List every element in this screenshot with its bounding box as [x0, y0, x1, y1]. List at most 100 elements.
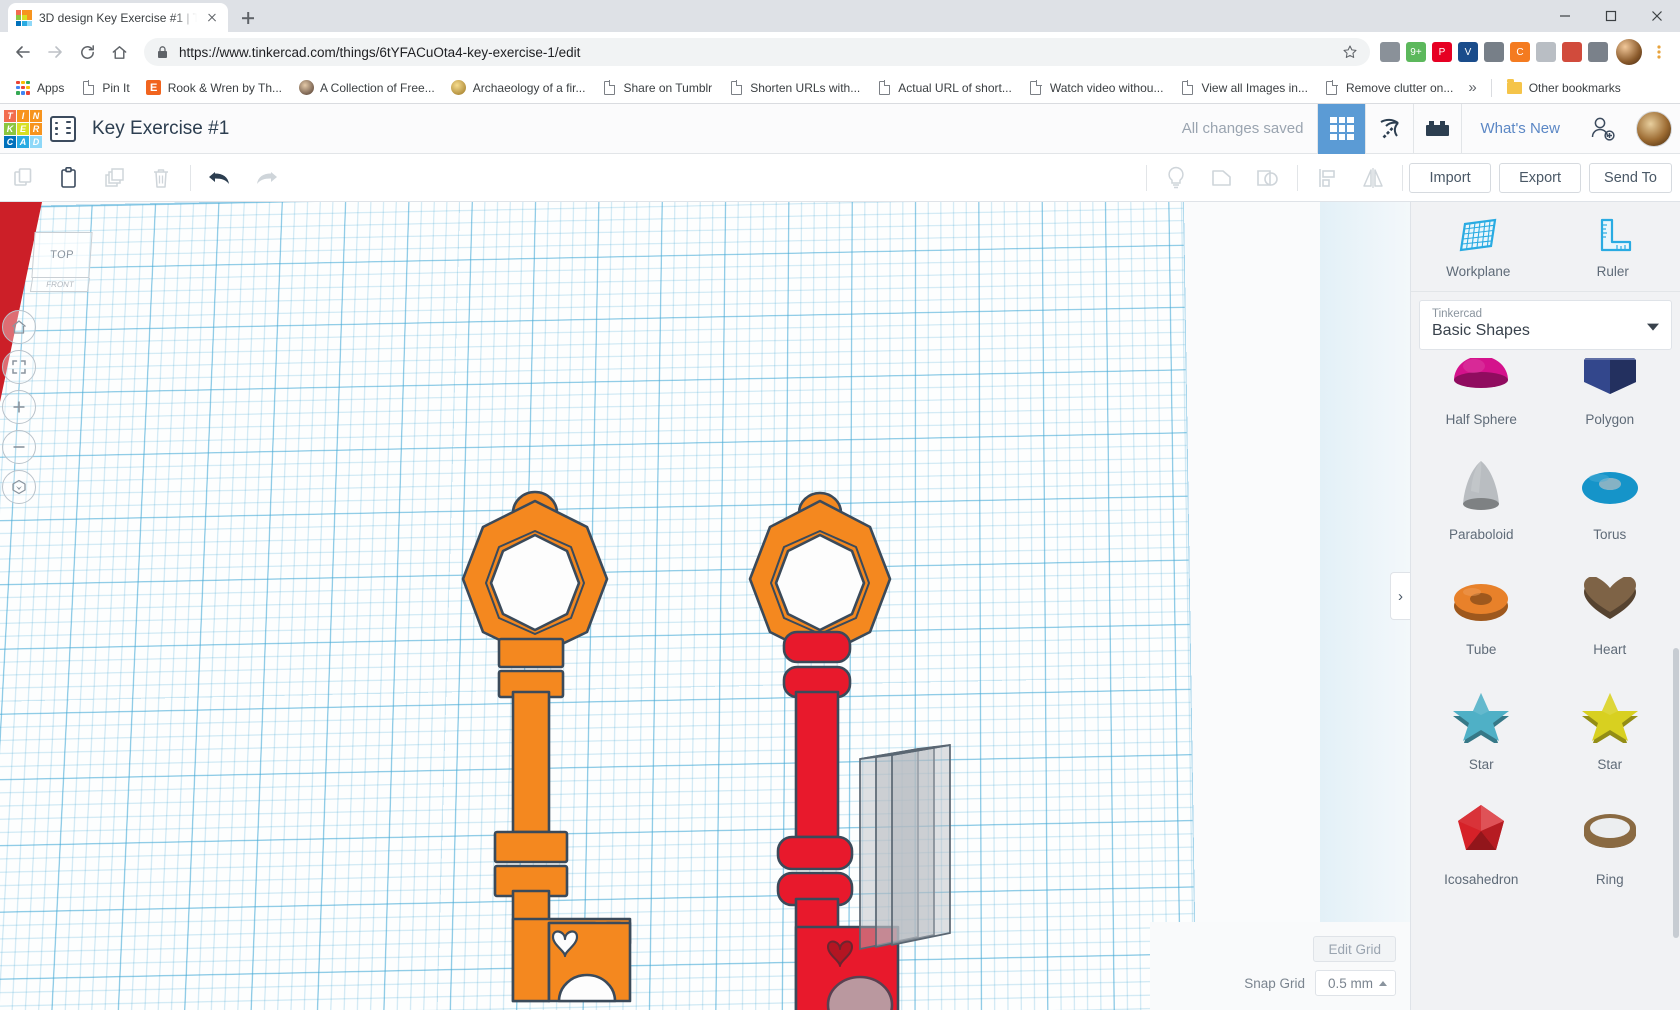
shape-item-star[interactable]: Star — [1417, 671, 1546, 786]
project-list-icon[interactable] — [50, 115, 76, 142]
zoom-out-button[interactable] — [2, 430, 36, 464]
shape-item-polygon[interactable]: Polygon — [1546, 358, 1675, 441]
group-shapes-icon — [1212, 169, 1231, 186]
delete-button[interactable] — [138, 154, 184, 202]
bookmark-item[interactable]: A Collection of Free... — [291, 77, 442, 99]
shape-item-heart[interactable]: Heart — [1546, 556, 1675, 671]
address-bar[interactable]: https://www.tinkercad.com/things/6tYFACu… — [144, 38, 1370, 66]
close-window-button[interactable] — [1634, 0, 1680, 32]
send-to-button[interactable]: Send To — [1589, 162, 1672, 193]
bookmark-item[interactable]: Apps — [8, 77, 71, 99]
shape-item-tube[interactable]: Tube — [1417, 556, 1546, 671]
globe-extension[interactable] — [1484, 42, 1504, 62]
bug-extension[interactable] — [1562, 42, 1582, 62]
pinterest-extension[interactable]: P — [1432, 42, 1452, 62]
half-sphere-icon — [1450, 358, 1512, 406]
bookmark-item[interactable]: Share on Tumblr — [594, 77, 719, 99]
orange-key-model[interactable] — [455, 487, 685, 1010]
export-button[interactable]: Export — [1499, 162, 1582, 193]
other-bookmarks-folder[interactable]: Other bookmarks — [1500, 77, 1628, 99]
codeblocks-button[interactable] — [1365, 103, 1413, 154]
logo-tile-i: I — [17, 109, 29, 122]
shape-item-paraboloid[interactable]: Paraboloid — [1417, 441, 1546, 556]
fit-to-view-button[interactable] — [2, 350, 36, 384]
mirror-button[interactable] — [1350, 154, 1396, 202]
forward-button[interactable] — [40, 37, 70, 67]
shape-item-icosahedron[interactable]: Icosahedron — [1417, 786, 1546, 901]
shapes-panel: Workplane Ruler Tinkercad Basic Shapes H… — [1410, 202, 1680, 1010]
tinkercad-logo-icon[interactable]: TIN KER CAD — [4, 109, 42, 148]
c-extension[interactable]: C — [1510, 42, 1530, 62]
bookmark-item[interactable]: Watch video withou... — [1021, 77, 1171, 99]
close-icon[interactable] — [204, 10, 220, 26]
undo-button[interactable] — [197, 154, 243, 202]
bookmark-item[interactable]: View all Images in... — [1172, 77, 1315, 99]
chrome-menu-icon[interactable] — [1646, 39, 1672, 65]
minimize-button[interactable] — [1542, 0, 1588, 32]
back-button[interactable] — [8, 37, 38, 67]
bookmark-item[interactable]: Actual URL of short... — [869, 77, 1019, 99]
ungroup-button[interactable] — [1245, 154, 1291, 202]
bookmark-item[interactable]: E Rook & Wren by Th... — [139, 77, 289, 99]
cube-perspective-icon — [12, 479, 26, 495]
shape-item-torus[interactable]: Torus — [1546, 441, 1675, 556]
red-key-model[interactable] — [740, 487, 980, 1010]
bookmark-item[interactable]: Remove clutter on... — [1317, 77, 1460, 99]
view-cube-front-face[interactable]: FRONT — [29, 278, 91, 292]
shape-item-half-sphere[interactable]: Half Sphere — [1417, 358, 1546, 441]
torus-icon — [1579, 451, 1641, 521]
copy-button[interactable] — [0, 154, 46, 202]
shape-label: Polygon — [1585, 412, 1635, 427]
zoom-in-button[interactable] — [2, 390, 36, 424]
green-badge-extension[interactable]: 9+ — [1406, 42, 1426, 62]
redo-arrow-icon — [257, 171, 277, 184]
whats-new-link[interactable]: What's New — [1461, 103, 1578, 154]
import-button[interactable]: Import — [1409, 162, 1492, 193]
browser-tab[interactable]: 3D design Key Exercise #1 | Tinke — [8, 3, 228, 32]
bookmarks-overflow-button[interactable]: » — [1462, 76, 1482, 99]
reload-button[interactable] — [72, 37, 102, 67]
browser-profile-avatar[interactable] — [1616, 39, 1642, 65]
shape-library-select[interactable]: Tinkercad Basic Shapes — [1419, 300, 1672, 350]
redo-button[interactable] — [243, 154, 289, 202]
page-title[interactable]: Key Exercise #1 — [92, 118, 229, 140]
new-tab-button[interactable] — [234, 4, 262, 32]
vimeo-extension[interactable]: V — [1458, 42, 1478, 62]
align-button[interactable] — [1304, 154, 1350, 202]
3d-workspace[interactable]: TOP FRONT Edit Grid Snap Grid 0.5 mm › — [0, 202, 1410, 1010]
bricks-button[interactable] — [1413, 103, 1461, 154]
view-cube-top-face[interactable]: TOP — [31, 232, 93, 278]
shape-item-ring[interactable]: Ring — [1546, 786, 1675, 901]
shield-extension[interactable] — [1380, 42, 1400, 62]
bookmark-item[interactable]: Shorten URLs with... — [721, 77, 867, 99]
shapes-grid[interactable]: Half Sphere Polygon Paraboloid Torus Tube Hea… — [1411, 358, 1680, 1010]
ruler-tool[interactable]: Ruler — [1546, 202, 1680, 291]
panel-collapse-handle[interactable]: › — [1390, 572, 1410, 620]
bookmark-label: Rook & Wren by Th... — [167, 80, 282, 95]
user-avatar[interactable] — [1636, 110, 1672, 147]
maximize-button[interactable] — [1588, 0, 1634, 32]
workplane-tool[interactable]: Workplane — [1411, 202, 1546, 291]
light-button[interactable] — [1153, 154, 1199, 202]
tab-title: 3D design Key Exercise #1 | Tinke — [39, 10, 197, 25]
group-button[interactable] — [1199, 154, 1245, 202]
home-button[interactable] — [104, 37, 134, 67]
tool-extension[interactable] — [1588, 42, 1608, 62]
bookmark-star-icon[interactable] — [1342, 44, 1358, 60]
shape-item-star[interactable]: Star — [1546, 671, 1675, 786]
avatar-icon — [298, 80, 314, 96]
home-view-button[interactable] — [2, 310, 36, 344]
blocks-view-button[interactable] — [1317, 103, 1366, 154]
invite-button[interactable] — [1578, 104, 1626, 154]
circle-extension[interactable] — [1536, 42, 1556, 62]
view-cube[interactable]: TOP FRONT — [29, 232, 93, 294]
snap-grid-select[interactable]: 0.5 mm — [1314, 970, 1396, 996]
bookmark-item[interactable]: Pin It — [73, 77, 136, 99]
bookmark-item[interactable]: Archaeology of a fir... — [444, 77, 593, 99]
duplicate-button[interactable] — [92, 154, 138, 202]
paste-button[interactable] — [46, 154, 92, 202]
orthographic-toggle-button[interactable] — [2, 470, 36, 504]
shapes-scrollbar[interactable] — [1673, 648, 1679, 938]
paste-icon — [61, 166, 76, 188]
edit-grid-button[interactable]: Edit Grid — [1313, 936, 1396, 962]
